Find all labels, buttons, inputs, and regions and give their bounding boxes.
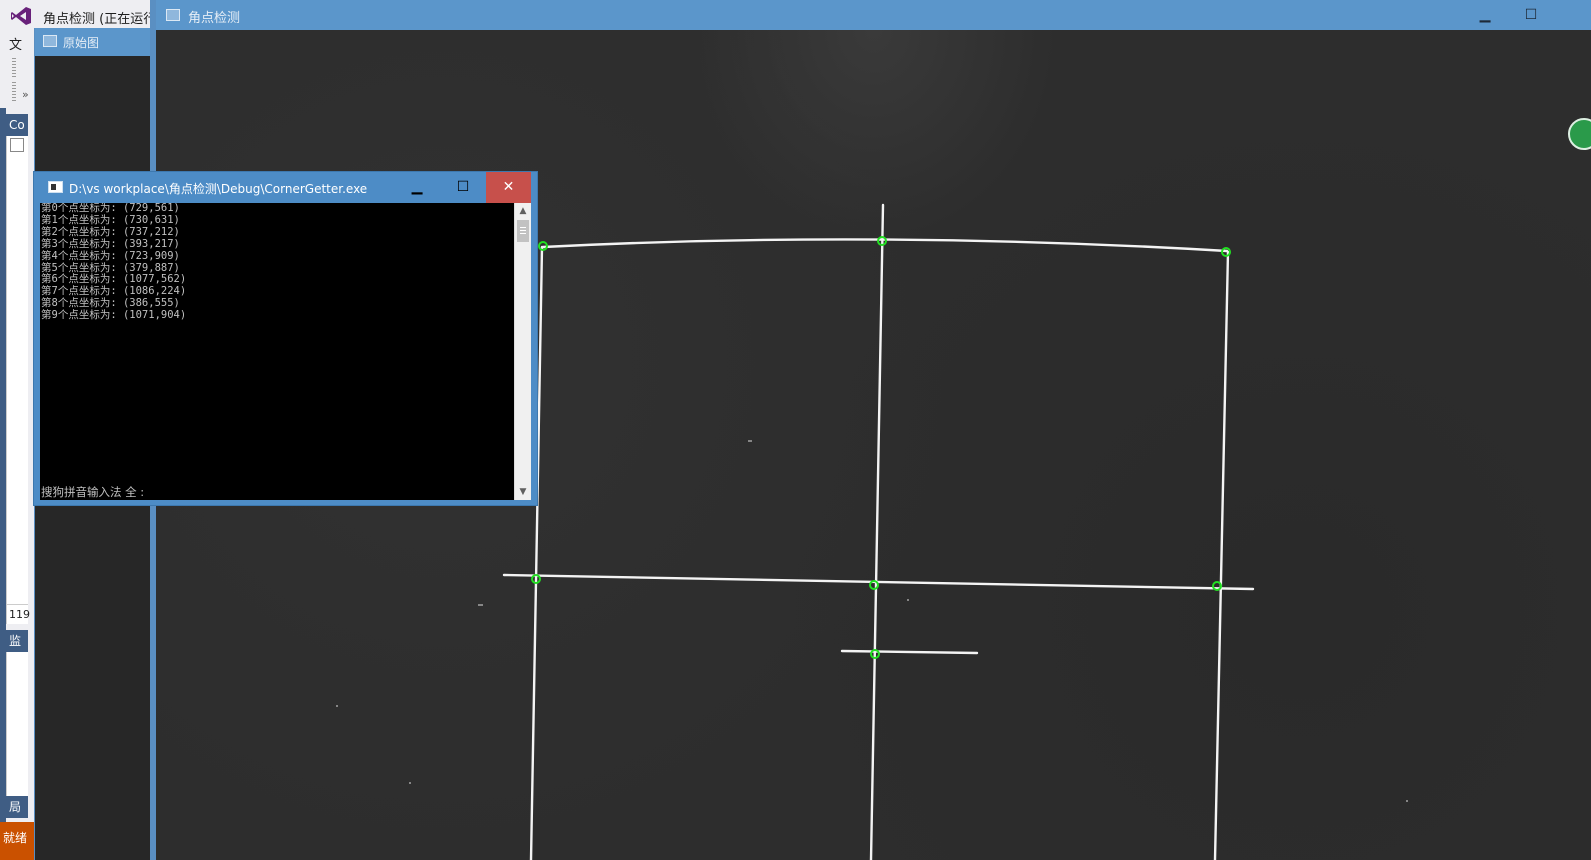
ime-status-text: 搜狗拼音输入法 全 :: [41, 485, 145, 499]
minimize-button[interactable]: ▁: [1462, 0, 1508, 30]
console-app-icon: [48, 181, 63, 193]
console-maximize-button[interactable]: ☐: [440, 172, 486, 203]
window-icon: [166, 9, 180, 21]
scrollbar-thumb[interactable]: [517, 220, 529, 242]
noise-speck: [1406, 800, 1408, 802]
console-minimize-button[interactable]: ▁: [394, 172, 440, 203]
watch-panel-body: [6, 652, 28, 796]
status-text: 就绪: [3, 831, 28, 845]
toolbar-grip-icon[interactable]: [12, 82, 16, 102]
console-line: 第4个点坐标为: (723,909): [41, 249, 180, 262]
console-window[interactable]: D:\vs workplace\角点检测\Debug\CornerGetter.…: [33, 171, 538, 506]
window-icon: [43, 35, 57, 47]
main-window-title: 角点检测: [188, 11, 241, 26]
main-window-titlebar[interactable]: 角点检测 ▁ ☐: [156, 0, 1591, 30]
toolbar-grip-icon[interactable]: [12, 58, 16, 78]
original-window-title: 原始图: [63, 36, 100, 50]
vs-panel-header[interactable]: Co: [6, 114, 28, 136]
line-number: 119: [9, 608, 30, 621]
noise-speck: [907, 599, 909, 601]
console-line: 第9个点坐标为: (1071,904): [41, 309, 187, 322]
console-close-button[interactable]: ✕: [486, 172, 531, 203]
noise-speck: [478, 604, 483, 606]
locals-panel-header[interactable]: 局: [6, 796, 28, 818]
vs-menu-file[interactable]: 文: [9, 34, 22, 53]
middle-vertical-line: [869, 203, 885, 860]
original-window-titlebar[interactable]: 原始图: [35, 28, 156, 56]
maximize-button[interactable]: ☐: [1508, 0, 1554, 30]
short-horizontal-line: [840, 649, 979, 655]
right-vertical-line: [1213, 250, 1230, 860]
vs-panel-body: [6, 136, 28, 604]
scroll-up-arrow-icon[interactable]: ▲: [515, 203, 531, 219]
toolbar-overflow-icon[interactable]: »: [22, 88, 29, 101]
console-line: 第2个点坐标为: (737,212): [41, 225, 180, 238]
vs-line-field: 119: [6, 604, 30, 624]
noise-speck: [748, 440, 752, 442]
status-bar: 就绪: [0, 822, 34, 860]
visual-studio-logo-icon: [11, 7, 31, 25]
noise-speck: [409, 782, 411, 784]
noise-speck: [336, 705, 338, 707]
console-line: 第3个点坐标为: (393,217): [41, 237, 180, 250]
vs-title: 角点检测 (正在运行: [43, 12, 157, 27]
console-output[interactable]: 第0个点坐标为: (729,561) 第1个点坐标为: (730,631) 第2…: [40, 203, 514, 500]
scroll-down-arrow-icon[interactable]: ▼: [515, 484, 531, 500]
console-titlebar[interactable]: D:\vs workplace\角点检测\Debug\CornerGetter.…: [34, 172, 537, 203]
console-title: D:\vs workplace\角点检测\Debug\CornerGetter.…: [69, 182, 368, 196]
watch-panel-header[interactable]: 监: [6, 630, 28, 652]
console-scrollbar[interactable]: ▲ ▼: [514, 203, 531, 500]
diagram-icon[interactable]: [10, 138, 24, 152]
